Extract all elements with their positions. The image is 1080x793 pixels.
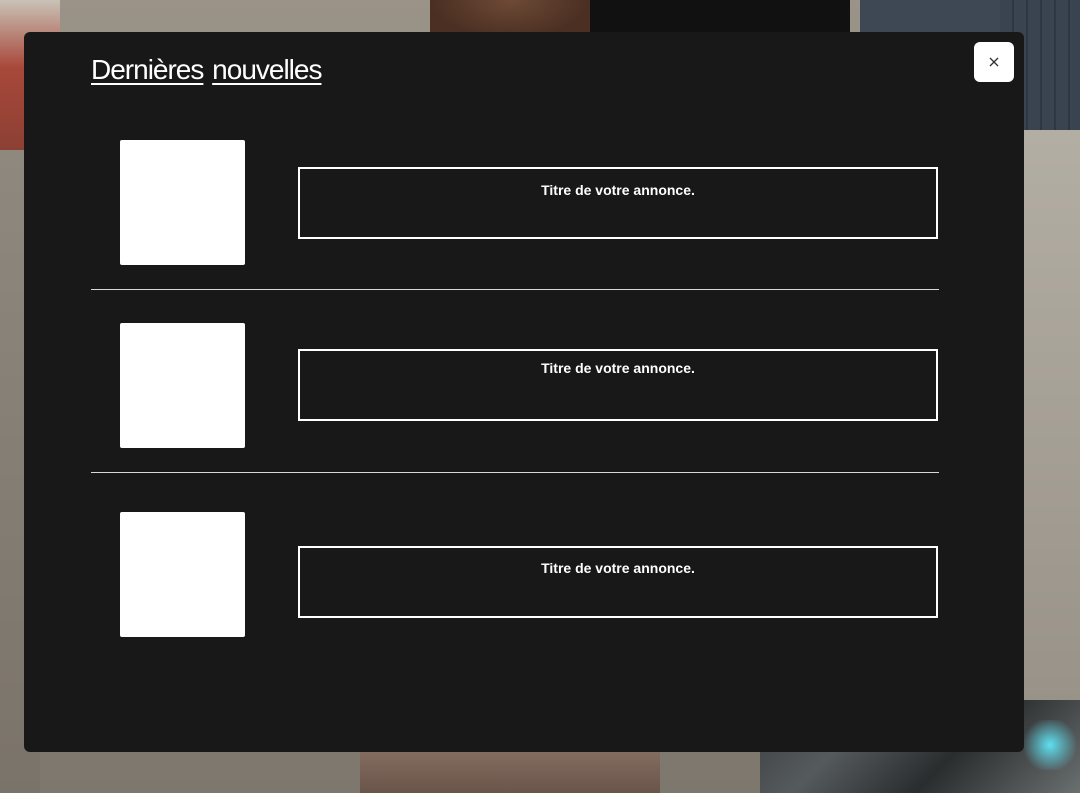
news-divider xyxy=(91,472,939,473)
background-wall-right-lower xyxy=(1020,130,1080,793)
news-title: Titre de votre annonce. xyxy=(541,560,695,576)
news-panel: Dernières nouvelles Titre de votre annon… xyxy=(24,32,1024,752)
panel-title: Dernières nouvelles xyxy=(91,52,322,88)
news-thumbnail[interactable] xyxy=(120,140,245,265)
panel-title-word-1: Dernières xyxy=(91,54,204,85)
close-icon xyxy=(989,57,999,67)
close-button[interactable] xyxy=(974,42,1014,82)
news-thumbnail[interactable] xyxy=(120,323,245,448)
panel-title-word-2: nouvelles xyxy=(212,54,322,85)
news-title: Titre de votre annonce. xyxy=(541,360,695,376)
news-title-box[interactable]: Titre de votre annonce. xyxy=(298,546,938,618)
news-title: Titre de votre annonce. xyxy=(541,182,695,198)
news-divider xyxy=(91,289,939,290)
news-title-box[interactable]: Titre de votre annonce. xyxy=(298,349,938,421)
news-title-box[interactable]: Titre de votre annonce. xyxy=(298,167,938,239)
news-thumbnail[interactable] xyxy=(120,512,245,637)
background-weapon-glow xyxy=(1020,720,1080,770)
